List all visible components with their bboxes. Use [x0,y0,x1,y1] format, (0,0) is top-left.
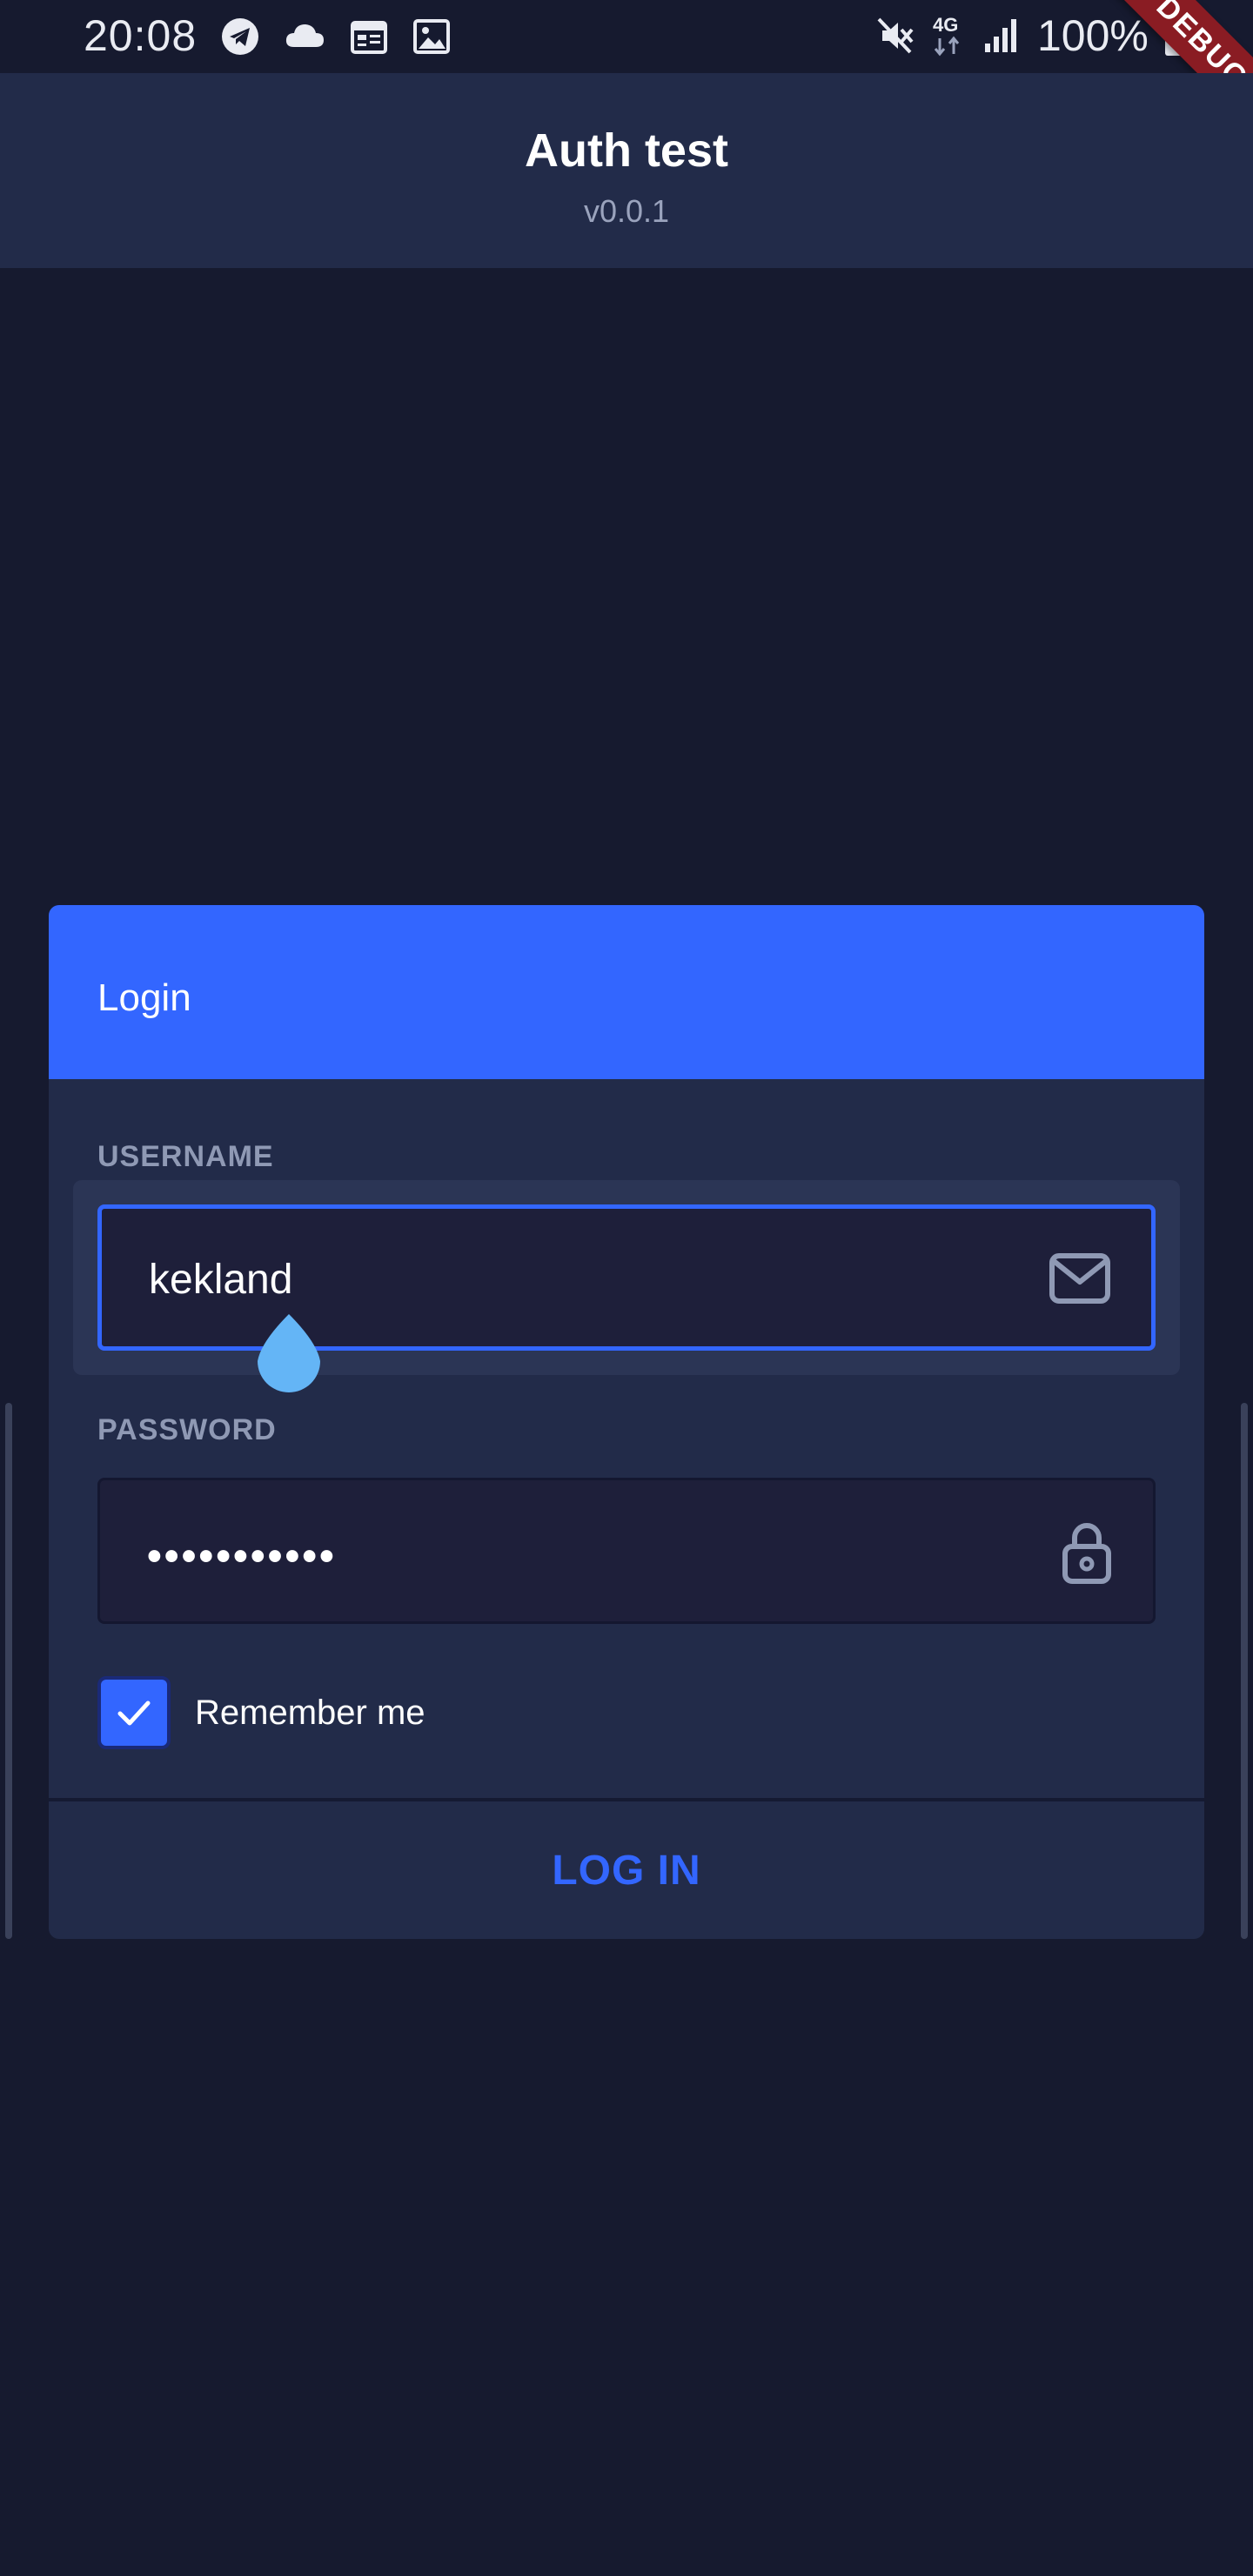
signal-icon [985,19,1016,52]
username-label: USERNAME [97,1140,274,1173]
mail-icon [1049,1253,1110,1304]
app-bar: Auth test v0.0.1 [0,73,1253,268]
app-version: v0.0.1 [583,193,670,229]
left-scroll-indicator [5,1403,12,1939]
text-cursor-handle[interactable] [254,1312,324,1396]
telegram-icon [222,18,258,55]
login-card: Login USERNAME PASSWORD ••••••••••• Reme… [49,905,1204,1939]
login-title: Login [97,976,191,1019]
app-title: Auth test [525,124,728,177]
battery-percent: 100% [1037,11,1149,60]
remember-me-label[interactable]: Remember me [195,1694,425,1733]
mute-icon [877,17,914,54]
lock-icon [1062,1523,1111,1584]
status-time: 20:08 [84,11,198,60]
password-field[interactable]: ••••••••••• [97,1478,1156,1624]
status-system-icons: 4G 100% [875,10,1187,61]
image-icon [413,19,450,54]
cloud-icon [285,24,324,47]
svg-text:4G: 4G [933,14,958,36]
login-button[interactable]: LOG IN [49,1801,1204,1939]
status-bar: 20:08 4G 100% [0,0,1253,73]
password-input[interactable]: ••••••••••• [147,1533,337,1580]
remember-me-checkbox[interactable] [97,1676,171,1749]
password-label: PASSWORD [97,1413,277,1446]
calendar-icon [351,21,387,54]
login-card-header: Login [49,905,1204,1079]
checkmark-icon [117,1701,151,1726]
network-4g-icon: 4G [933,14,960,57]
right-scroll-indicator [1241,1403,1248,1939]
status-notification-icons [221,17,451,56]
username-input[interactable] [149,1256,1019,1304]
